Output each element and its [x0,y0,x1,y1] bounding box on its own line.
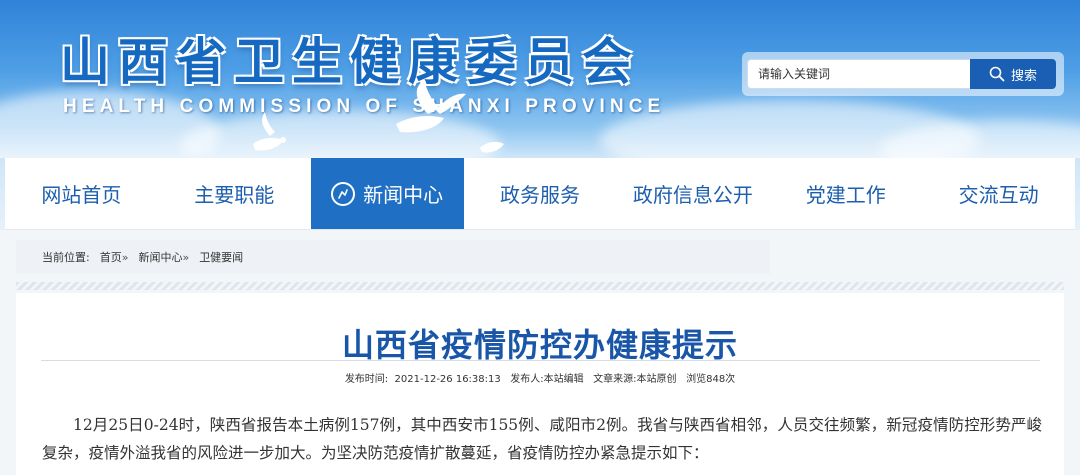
nav-item-label: 党建工作 [805,183,886,207]
site-title: 山西省卫生健康委员会 [60,32,640,91]
breadcrumb-prefix: 当前位置: [42,251,90,264]
breadcrumb-separator: » [121,250,129,264]
nav-item-label: 交流互动 [958,183,1039,207]
breadcrumb-separator: » [182,250,190,264]
article-body: 12月25日0-24时，陕西省报告本土病例157例，其中西安市155例、咸阳市2… [42,416,1042,462]
nav-item-label: 政务服务 [500,183,580,207]
main-nav: 网站首页 主要职能 新闻中心 政务服务 政府信息公开 党建工作 交流互动 [5,158,1075,230]
site-header: 山西省卫生健康委员会 HEALTH COMMISSION OF SHANXI P… [0,0,1080,158]
nav-item-interaction[interactable]: 交流互动 [922,158,1075,229]
divider [16,282,1064,290]
dove-icon [480,141,504,153]
article: 山西省疫情防控办健康提示 发布时间: 2021-12-26 16:38:13 发… [16,293,1064,475]
breadcrumb-link-news-center[interactable]: 新闻中心 [138,249,182,265]
nav-item-party-building[interactable]: 党建工作 [769,158,922,229]
breadcrumb-link-health-news[interactable]: 卫健要闻 [199,249,243,265]
nav-item-info-disclosure[interactable]: 政府信息公开 [616,158,769,229]
breadcrumb: 当前位置: 首页 » 新闻中心 » 卫健要闻 [16,240,770,274]
site-subtitle: HEALTH COMMISSION OF SHANXI PROVINCE [63,96,666,117]
nav-item-label: 主要职能 [194,183,275,207]
search-icon [989,66,1005,82]
nav-item-functions[interactable]: 主要职能 [158,158,311,229]
search-box: 搜索 [742,52,1064,96]
news-icon [331,181,356,206]
nav-item-services[interactable]: 政务服务 [464,158,617,229]
article-meta: 发布时间: 2021-12-26 16:38:13 发布人:本站编辑 文章来源:… [344,374,736,385]
title-divider [41,360,1040,361]
search-button[interactable]: 搜索 [970,59,1056,89]
dove-icon [396,80,466,133]
nav-item-label: 新闻中心 [363,183,444,207]
breadcrumb-link-home[interactable]: 首页 [100,249,122,265]
search-button-label: 搜索 [1010,68,1037,84]
nav-item-home[interactable]: 网站首页 [5,158,158,229]
nav-item-label: 政府信息公开 [632,183,753,207]
nav-item-news-center[interactable]: 新闻中心 [310,158,464,229]
dove-icon [253,112,286,151]
nav-item-label: 网站首页 [41,183,122,207]
